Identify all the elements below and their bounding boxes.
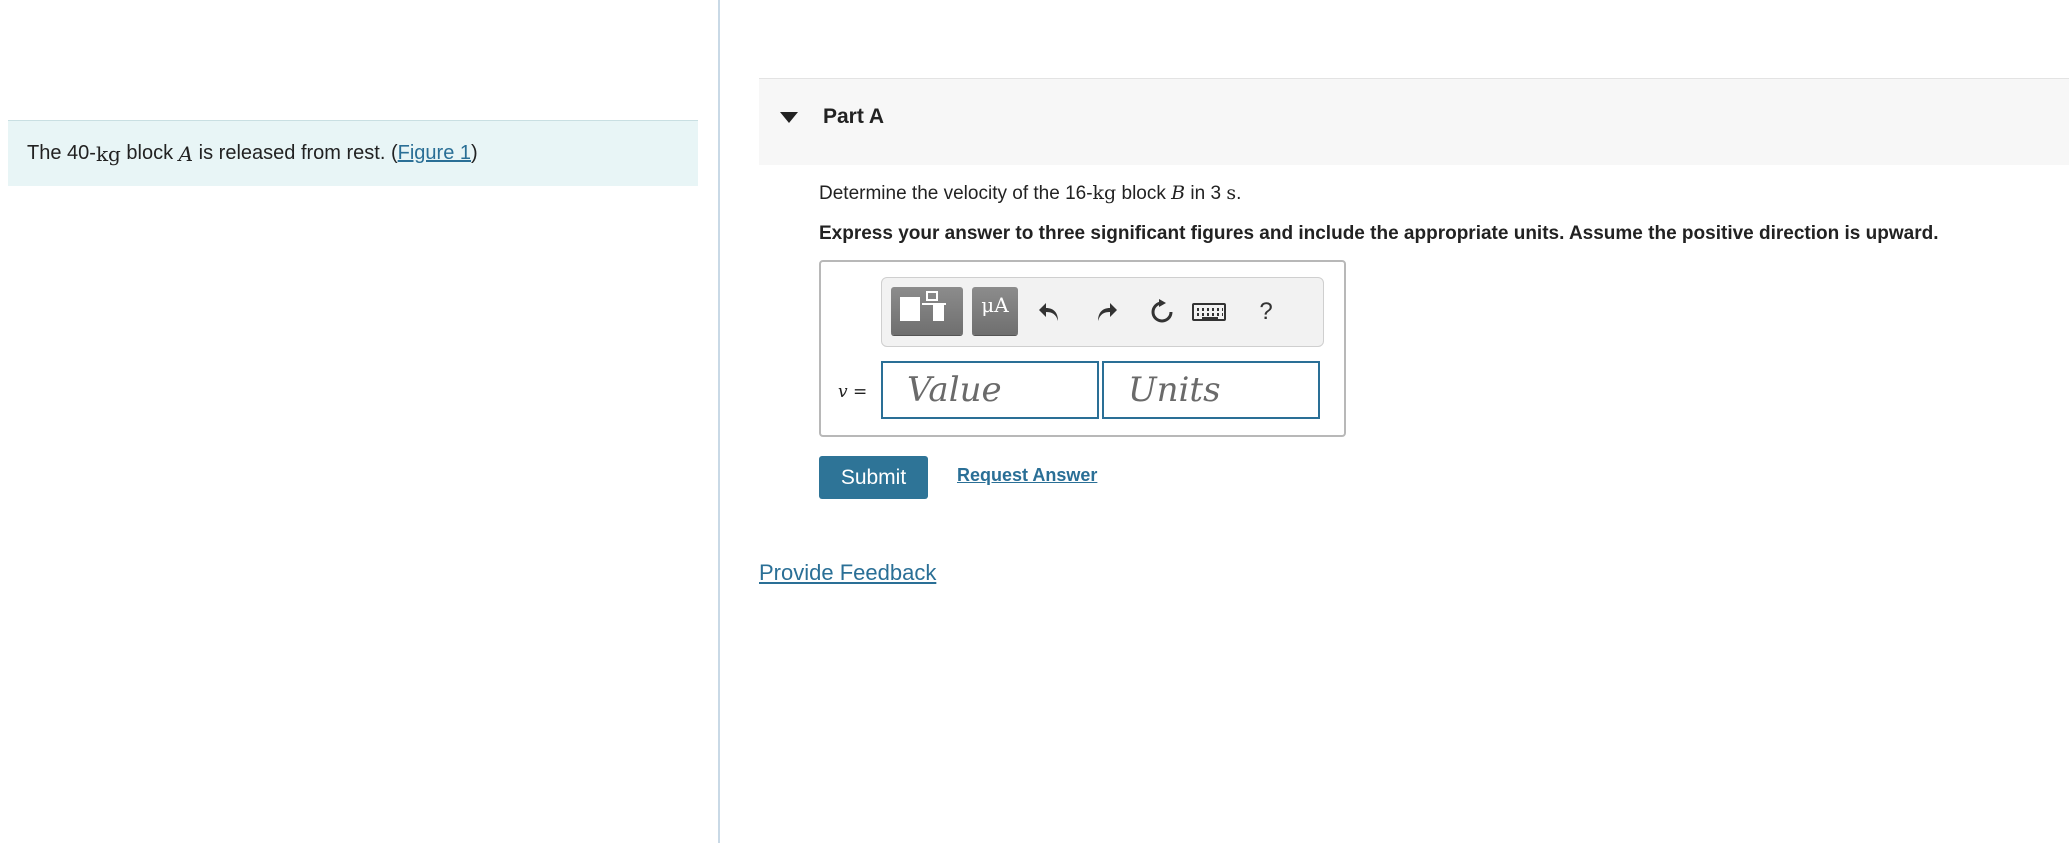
units-icon: μA bbox=[981, 293, 1009, 317]
collapse-caret-icon[interactable] bbox=[780, 112, 798, 123]
math-toolbar: μA ? bbox=[881, 277, 1324, 347]
value-input[interactable] bbox=[881, 361, 1099, 419]
undo-button[interactable] bbox=[1032, 292, 1068, 332]
intro-prefix: The 40- bbox=[27, 142, 96, 164]
question-time-prefix: in 3 bbox=[1185, 183, 1227, 204]
reset-icon bbox=[1151, 299, 1173, 323]
question-block-label: B bbox=[1171, 182, 1186, 204]
problem-intro: The 40- kg block A is released from rest.… bbox=[8, 120, 698, 186]
variable-label: v = bbox=[838, 382, 868, 402]
question-time-unit: s bbox=[1226, 182, 1237, 204]
answer-box: μA ? v = Value Units bbox=[819, 260, 1346, 437]
page: The 40- kg block A is released from rest.… bbox=[0, 0, 2069, 843]
submit-button[interactable]: Submit bbox=[819, 456, 928, 499]
intro-mass-unit: kg bbox=[95, 141, 121, 166]
keyboard-button[interactable] bbox=[1191, 292, 1227, 332]
request-answer-link[interactable]: Request Answer bbox=[957, 465, 1097, 486]
provide-feedback-link[interactable]: Provide Feedback bbox=[759, 560, 936, 586]
question-end: . bbox=[1236, 183, 1242, 204]
figure-1-link[interactable]: Figure 1 bbox=[398, 142, 471, 165]
reset-button[interactable] bbox=[1144, 292, 1180, 332]
intro-mid: block bbox=[120, 142, 179, 164]
help-button[interactable]: ? bbox=[1248, 292, 1284, 332]
question-text: Determine the velocity of the 16-kg bloc… bbox=[819, 182, 1241, 205]
undo-icon bbox=[1039, 303, 1058, 321]
question-prefix: Determine the velocity of the 16- bbox=[819, 183, 1093, 204]
intro-block-label: A bbox=[178, 141, 194, 166]
instruction-text: Express your answer to three significant… bbox=[819, 223, 1939, 244]
question-mid: block bbox=[1116, 183, 1172, 204]
keyboard-icon bbox=[1192, 303, 1226, 321]
help-icon: ? bbox=[1259, 298, 1273, 325]
redo-icon bbox=[1098, 303, 1117, 321]
left-panel: The 40- kg block A is released from rest.… bbox=[0, 0, 718, 843]
part-title: Part A bbox=[823, 105, 885, 128]
units-button[interactable]: μA bbox=[972, 287, 1018, 335]
panel-divider[interactable] bbox=[718, 0, 720, 843]
templates-button[interactable] bbox=[891, 287, 963, 335]
intro-suffix: is released from rest. ( bbox=[193, 142, 398, 164]
redo-button[interactable] bbox=[1088, 292, 1124, 332]
intro-close: ) bbox=[471, 142, 478, 164]
part-a-header[interactable]: Part A bbox=[759, 78, 2069, 165]
question-mass-unit: kg bbox=[1092, 182, 1117, 204]
units-input[interactable] bbox=[1102, 361, 1320, 419]
